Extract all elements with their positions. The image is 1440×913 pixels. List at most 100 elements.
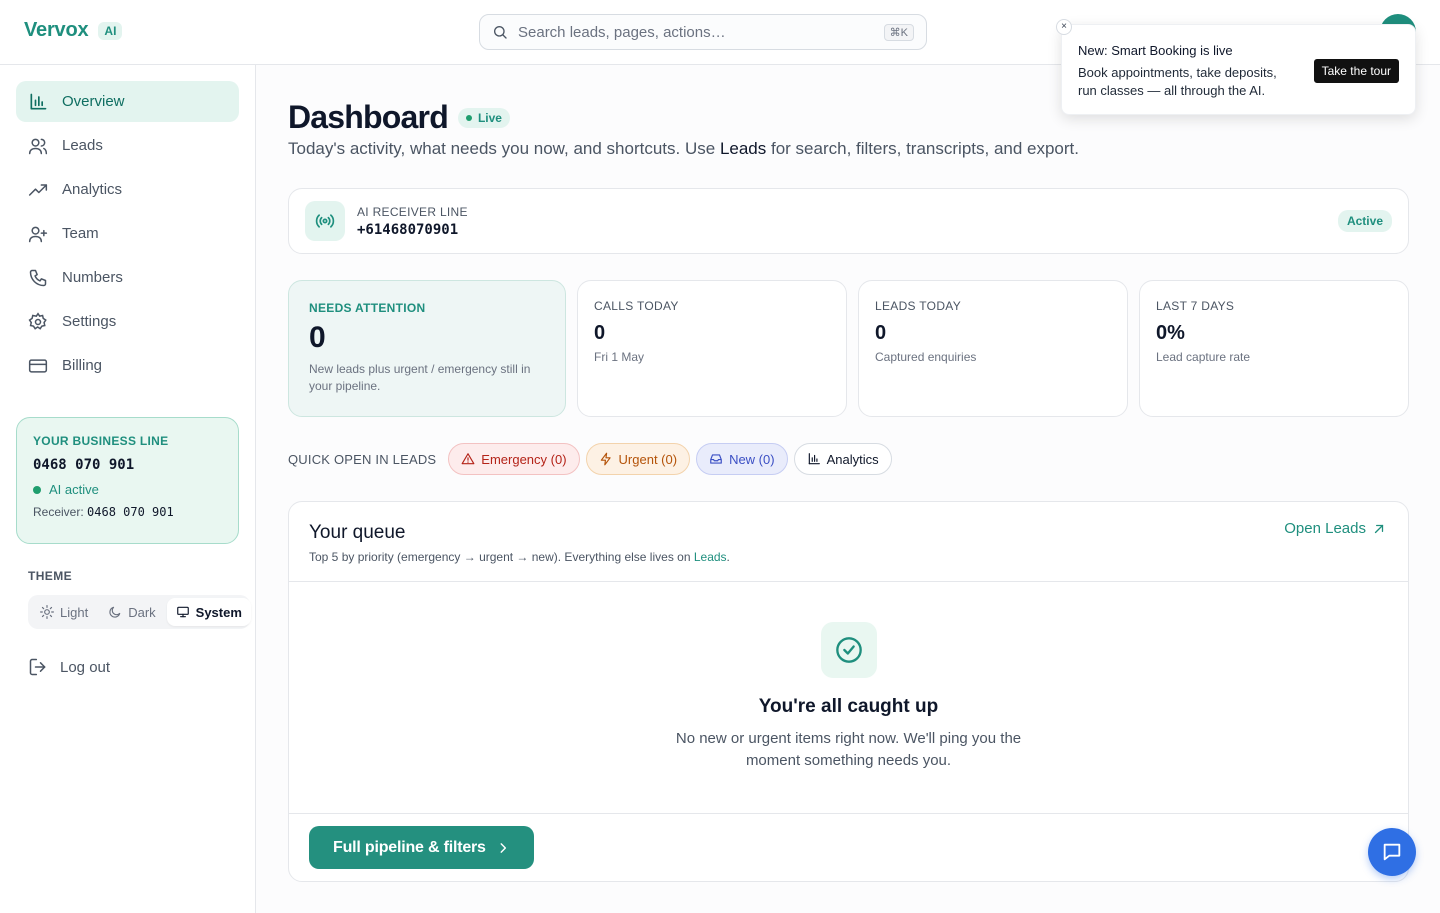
sidebar: Overview Leads Analytics Team Numbers Se… (0, 65, 256, 913)
logout-icon (29, 658, 46, 676)
sun-icon (40, 605, 54, 619)
brand-badge: AI (98, 21, 123, 40)
brand-name: Vervox (24, 19, 89, 41)
receiver-line-label: AI RECEIVER LINE (357, 204, 468, 219)
business-line-number: 0468 070 901 (33, 457, 135, 473)
analytics-chip[interactable]: Analytics (793, 443, 892, 475)
search-input[interactable]: Search leads, pages, actions… (518, 24, 874, 41)
business-line-title: YOUR BUSINESS LINE (33, 434, 169, 448)
user-plus-icon (28, 226, 48, 242)
full-pipeline-button[interactable]: Full pipeline & filters (309, 826, 534, 869)
chat-icon (1383, 843, 1401, 861)
subtitle-leads-link[interactable]: Leads (720, 139, 766, 158)
alert-triangle-icon (461, 453, 475, 465)
queue-title: Your queue (309, 522, 406, 543)
empty-state-title: You're all caught up (758, 696, 939, 717)
stat-needs-attention[interactable]: NEEDS ATTENTION 0 New leads plus urgent … (288, 280, 566, 417)
sidebar-item-settings[interactable]: Settings (16, 301, 239, 342)
arrow-up-right-icon (1374, 524, 1384, 533)
stat-label: LAST 7 DAYS (1156, 299, 1235, 313)
monitor-icon (176, 606, 189, 618)
logout-button[interactable]: Log out (28, 657, 110, 677)
queue-empty-state: You're all caught up No new or urgent it… (289, 582, 1408, 814)
gear-icon (28, 311, 47, 330)
theme-system-button[interactable]: System (166, 598, 251, 626)
chip-label: Urgent (0) (618, 451, 678, 467)
receiver-number: 0468 070 901 (87, 505, 174, 519)
live-label: Live (477, 110, 502, 125)
queue-header: Your queue Top 5 by priority (emergency … (289, 502, 1408, 582)
new-chip[interactable]: New (0) (696, 443, 788, 475)
sidebar-item-team[interactable]: Team (16, 213, 239, 254)
receiver-label: Receiver: (33, 505, 84, 519)
theme-system-label: System (195, 604, 242, 620)
stat-sub: Fri 1 May (594, 350, 645, 364)
queue-leads-link[interactable]: Leads (694, 550, 727, 564)
ai-status-label: AI active (49, 482, 99, 497)
bar-chart-icon (808, 453, 820, 465)
page-title: Dashboard (288, 99, 449, 135)
status-dot (33, 485, 41, 494)
popup-title: New: Smart Booking is live (1078, 43, 1233, 58)
receiver-line-card: AI RECEIVER LINE +61468070901 Active (288, 188, 1409, 254)
phone-icon (29, 269, 47, 286)
sidebar-item-label: Team (62, 225, 99, 242)
subtitle-text-end: for search, filters, transcripts, and ex… (766, 139, 1079, 158)
theme-label: THEME (28, 569, 72, 583)
theme-dark-button[interactable]: Dark (99, 598, 164, 626)
sidebar-item-label: Numbers (62, 269, 123, 286)
stat-calls-today[interactable]: CALLS TODAY 0 Fri 1 May (577, 280, 847, 417)
stat-last-7-days[interactable]: LAST 7 DAYS 0% Lead capture rate (1139, 280, 1409, 417)
stat-sub: Captured enquiries (875, 350, 977, 364)
open-leads-link[interactable]: Open Leads (1284, 520, 1386, 537)
broadcast-icon (305, 201, 345, 241)
sidebar-item-numbers[interactable]: Numbers (16, 257, 239, 298)
bar-chart-icon (30, 93, 47, 109)
stat-label: CALLS TODAY (594, 299, 679, 313)
chip-label: New (0) (729, 451, 775, 467)
lightning-icon (600, 452, 611, 466)
stat-value: 0% (1156, 322, 1185, 344)
sidebar-item-billing[interactable]: Billing (16, 345, 239, 386)
sidebar-nav: Overview Leads Analytics Team Numbers Se… (16, 81, 239, 389)
queue-footer: Full pipeline & filters (289, 814, 1408, 881)
chip-label: Emergency (0) (481, 451, 567, 467)
search-icon (494, 26, 507, 39)
theme-switch: Light Dark System (28, 595, 251, 629)
stat-sub: New leads plus urgent / emergency still … (309, 362, 531, 393)
popup-body: Book appointments, take deposits, run cl… (1078, 65, 1277, 98)
stat-sub: Lead capture rate (1156, 350, 1251, 364)
close-icon[interactable]: × (1056, 19, 1072, 35)
empty-state-text: No new or urgent items right now. We'll … (675, 730, 1022, 769)
full-pipeline-label: Full pipeline & filters (333, 838, 486, 856)
sidebar-item-label: Leads (62, 137, 103, 154)
emergency-chip[interactable]: Emergency (0) (448, 443, 580, 475)
ai-status: AI active (33, 482, 222, 497)
inbox-icon (710, 454, 722, 464)
take-tour-button[interactable]: Take the tour (1313, 59, 1399, 83)
sidebar-item-label: Analytics (62, 181, 123, 198)
status-badge: Active (1337, 210, 1392, 232)
sidebar-item-label: Overview (62, 93, 125, 110)
theme-dark-label: Dark (128, 604, 156, 620)
theme-light-button[interactable]: Light (31, 598, 97, 626)
queue-card: Your queue Top 5 by priority (emergency … (288, 501, 1409, 882)
urgent-chip[interactable]: Urgent (0) (585, 443, 691, 475)
users-icon (28, 138, 48, 154)
check-circle-icon (820, 622, 877, 678)
sidebar-item-leads[interactable]: Leads (16, 125, 239, 166)
search-bar[interactable]: Search leads, pages, actions… ⌘K (479, 14, 927, 50)
stat-value: 0 (594, 322, 606, 344)
sidebar-item-analytics[interactable]: Analytics (16, 169, 239, 210)
trending-up-icon (28, 183, 48, 196)
stat-value: 0 (309, 321, 326, 354)
sidebar-item-overview[interactable]: Overview (16, 81, 239, 122)
theme-light-label: Light (60, 604, 89, 620)
subtitle-text: Today's activity, what needs you now, an… (288, 139, 720, 158)
stat-leads-today[interactable]: LEADS TODAY 0 Captured enquiries (858, 280, 1128, 417)
stats-row: NEEDS ATTENTION 0 New leads plus urgent … (288, 280, 1409, 417)
quick-open-row: QUICK OPEN IN LEADS Emergency (0) Urgent… (288, 443, 892, 475)
chat-button[interactable] (1368, 828, 1416, 876)
brand[interactable]: Vervox AI (24, 19, 123, 42)
open-leads-label: Open Leads (1284, 520, 1366, 537)
